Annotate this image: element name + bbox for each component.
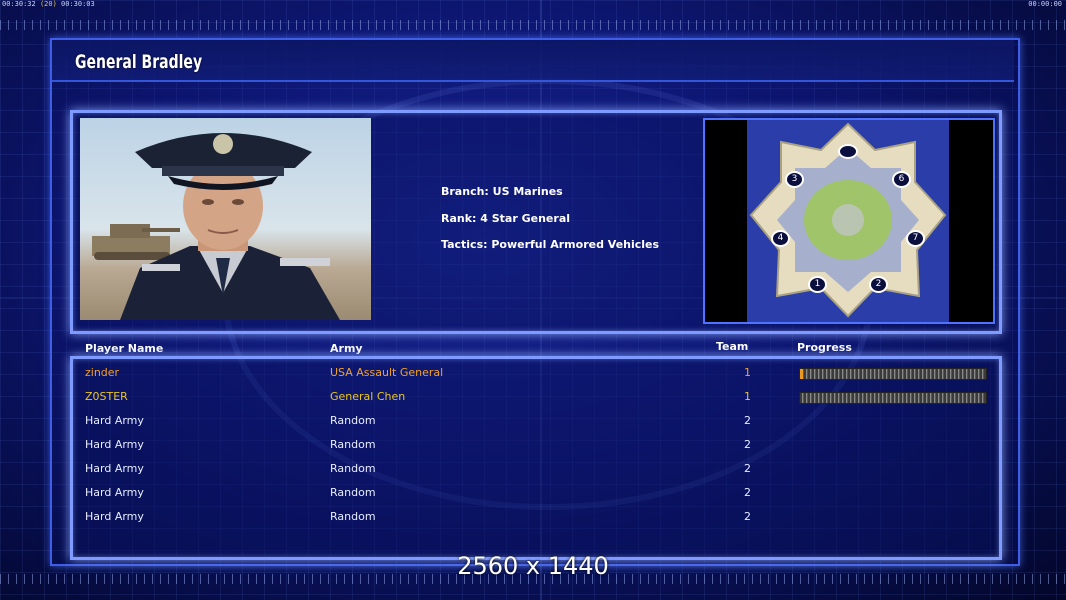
player-army: Random [330,462,376,475]
progress-bar [799,392,987,404]
progress-fill [800,369,803,379]
tactics-text: Tactics: Powerful Armored Vehicles [441,238,660,251]
player-name: Hard Army [85,414,144,427]
hud-time-c: 00:30:03 [61,0,95,8]
player-team: 2 [744,486,751,499]
branch-text: Branch: US Marines [441,185,563,198]
top-ruler [0,20,1066,30]
player-row: Hard Army Random 2 [0,410,1066,430]
player-team: 2 [744,438,751,451]
rank-text: Rank: 4 Star General [441,211,571,225]
header-team: Team [716,340,749,353]
resolution-overlay: 2560 x 1440 [457,552,609,580]
player-team: 2 [744,462,751,475]
map-slot-4: 4 [771,230,790,247]
header-progress: Progress [797,341,852,354]
map-slot-3: 3 [785,171,804,188]
map-slot-1: 1 [808,276,827,293]
player-name: Z0STER [85,390,128,403]
header-player-name: Player Name [85,342,164,355]
player-team: 1 [744,390,751,403]
player-row: Hard Army Random 2 [0,434,1066,454]
player-army: Random [330,414,376,427]
player-name: Hard Army [85,510,144,523]
player-army: Random [330,438,376,451]
progress-bar [799,368,987,380]
player-team: 1 [744,366,751,379]
map-slot-2: 2 [869,276,888,293]
player-name: Hard Army [85,438,144,451]
player-army: Random [330,486,376,499]
player-row: Hard Army Random 2 [0,482,1066,502]
player-army: General Chen [330,390,406,403]
header-army: Army [330,342,363,355]
map-slot-icon [838,144,858,159]
map-preview: 3 6 4 7 1 2 [703,118,995,324]
player-name: Hard Army [85,462,144,475]
player-row: Z0STER General Chen 1 [0,386,1066,406]
player-name: zinder [85,366,120,379]
map-slot-7: 7 [906,230,925,247]
player-team: 2 [744,510,751,523]
hud-time-b: (20) [39,0,57,8]
player-row: zinder USA Assault General 1 [0,362,1066,382]
general-details: Branch: US Marines Rank: 4 Star General … [441,185,659,265]
hud-timer-right: 00:00:00 [1028,0,1062,8]
player-name: Hard Army [85,486,144,499]
hud-timer-bar: 00:30:32 (20) 00:30:03 00:00:00 [0,0,1066,9]
player-army: Random [330,510,376,523]
player-team: 2 [744,414,751,427]
player-row: Hard Army Random 2 [0,458,1066,478]
player-row: Hard Army Random 2 [0,506,1066,526]
general-title: General Bradley [75,51,203,73]
general-portrait [80,118,371,320]
hud-timer-left: 00:30:32 (20) 00:30:03 [2,0,95,8]
player-army: USA Assault General [330,366,444,379]
map-slot-6: 6 [892,171,911,188]
hud-time-a: 00:30:32 [2,0,36,8]
